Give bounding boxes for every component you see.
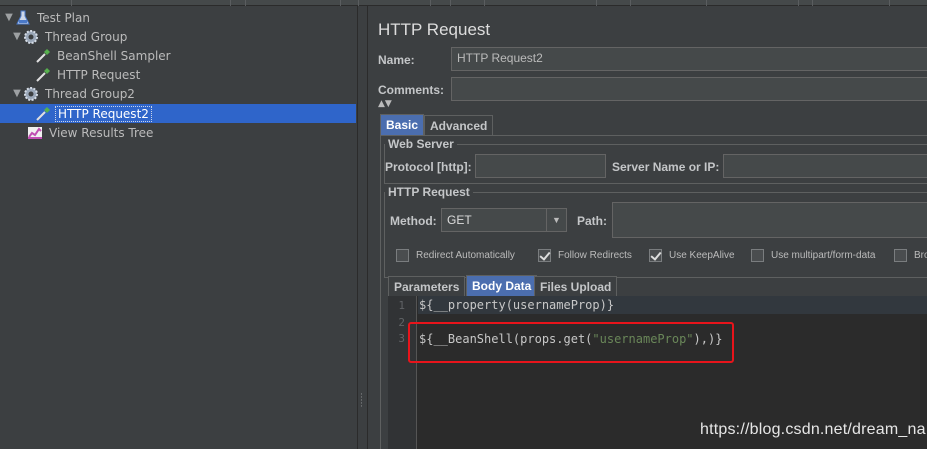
method-dropdown[interactable]: GET ▼ bbox=[441, 208, 567, 232]
server-name-field[interactable] bbox=[723, 154, 927, 178]
tab-parameters[interactable]: Parameters bbox=[388, 276, 466, 297]
use-keepalive-checkbox[interactable]: Use KeepAlive bbox=[649, 249, 735, 262]
gear-icon bbox=[23, 86, 39, 102]
checkbox-box[interactable] bbox=[538, 249, 551, 262]
tree-item-label: HTTP Request bbox=[57, 67, 141, 82]
panel-splitter[interactable]: · · · · · bbox=[358, 6, 368, 449]
http-request-group-title: HTTP Request bbox=[385, 185, 473, 199]
checkbox-label: Bro bbox=[914, 250, 927, 261]
http-request-form: HTTP Request Name: HTTP Request2 Comment… bbox=[368, 6, 927, 449]
code-line-1: ${__property(usernameProp)} bbox=[419, 298, 615, 312]
gear-icon bbox=[23, 29, 39, 45]
expand-toggle-icon[interactable]: ▼ bbox=[11, 31, 23, 42]
line-number: 1 bbox=[398, 299, 405, 312]
tree-item-beanshell-sampler[interactable]: BeanShell Sampler bbox=[23, 46, 173, 65]
comments-label: Comments: bbox=[378, 83, 445, 97]
checkbox-box[interactable] bbox=[649, 249, 662, 262]
tab-advanced[interactable]: Advanced bbox=[424, 115, 494, 136]
tree-item-thread-group2[interactable]: ▼ Thread Group2 bbox=[11, 84, 137, 103]
path-label: Path: bbox=[577, 214, 607, 228]
chevron-down-icon[interactable]: ▼ bbox=[546, 209, 566, 231]
name-field[interactable]: HTTP Request2 bbox=[451, 47, 927, 71]
protocol-field[interactable] bbox=[475, 154, 606, 178]
tree-item-view-results-tree[interactable]: View Results Tree bbox=[15, 123, 155, 142]
checkbox-label: Redirect Automatically bbox=[416, 250, 515, 261]
collapse-toggle-icon[interactable]: ▲▼ bbox=[378, 100, 392, 109]
pipette-icon bbox=[35, 48, 51, 64]
path-field[interactable] bbox=[612, 202, 927, 238]
tree-item-http-request[interactable]: HTTP Request bbox=[23, 65, 142, 84]
graph-icon bbox=[27, 125, 43, 141]
watermark-text: https://blog.csdn.net/dream_na bbox=[700, 421, 926, 438]
checkbox-box[interactable] bbox=[751, 249, 764, 262]
tree-item-label: BeanShell Sampler bbox=[57, 48, 171, 63]
test-plan-tree[interactable]: ▼ Test Plan ▼ Thread Group BeanShell Sam… bbox=[0, 6, 358, 449]
annotation-highlight-box bbox=[408, 322, 734, 363]
pipette-icon bbox=[35, 106, 51, 122]
protocol-label: Protocol [http]: bbox=[385, 160, 472, 174]
tree-item-thread-group[interactable]: ▼ Thread Group bbox=[11, 27, 129, 46]
checkbox-label: Use multipart/form-data bbox=[771, 250, 876, 261]
comments-field[interactable] bbox=[451, 77, 927, 101]
method-value: GET bbox=[447, 213, 472, 227]
tree-item-label: HTTP Request2 bbox=[55, 105, 152, 122]
pipette-icon bbox=[35, 67, 51, 83]
tab-body-data[interactable]: Body Data bbox=[466, 275, 538, 296]
method-label: Method: bbox=[390, 214, 437, 228]
tab-files-upload[interactable]: Files Upload bbox=[534, 276, 618, 297]
expand-toggle-icon[interactable]: ▼ bbox=[3, 12, 15, 23]
tree-item-test-plan[interactable]: ▼ Test Plan bbox=[3, 8, 92, 27]
checkbox-box[interactable] bbox=[894, 249, 907, 262]
server-name-label: Server Name or IP: bbox=[612, 160, 720, 174]
splitter-grip-icon[interactable]: · · · · · bbox=[360, 391, 365, 412]
tree-item-label: Thread Group2 bbox=[45, 86, 135, 101]
tree-item-label: Test Plan bbox=[37, 10, 90, 25]
checkbox-label: Use KeepAlive bbox=[669, 250, 735, 261]
line-number: 3 bbox=[398, 332, 405, 345]
use-multipart-checkbox[interactable]: Use multipart/form-data bbox=[751, 249, 875, 262]
tree-item-label: Thread Group bbox=[45, 29, 128, 44]
redirect-automatically-checkbox[interactable]: Redirect Automatically bbox=[396, 249, 515, 262]
checkbox-box[interactable] bbox=[396, 249, 409, 262]
page-title: HTTP Request bbox=[378, 20, 491, 39]
test-plan-flask-icon bbox=[15, 10, 31, 26]
tree-item-label: View Results Tree bbox=[49, 125, 154, 140]
browser-compatible-checkbox[interactable]: Bro bbox=[894, 249, 927, 262]
line-number: 2 bbox=[398, 316, 405, 329]
tree-item-http-request2[interactable]: HTTP Request2 bbox=[0, 104, 356, 123]
expand-toggle-icon[interactable]: ▼ bbox=[11, 88, 23, 99]
tab-basic[interactable]: Basic bbox=[380, 114, 425, 135]
web-server-title: Web Server bbox=[385, 137, 457, 151]
follow-redirects-checkbox[interactable]: Follow Redirects bbox=[538, 249, 632, 262]
name-label: Name: bbox=[378, 53, 415, 67]
checkbox-label: Follow Redirects bbox=[558, 250, 632, 261]
